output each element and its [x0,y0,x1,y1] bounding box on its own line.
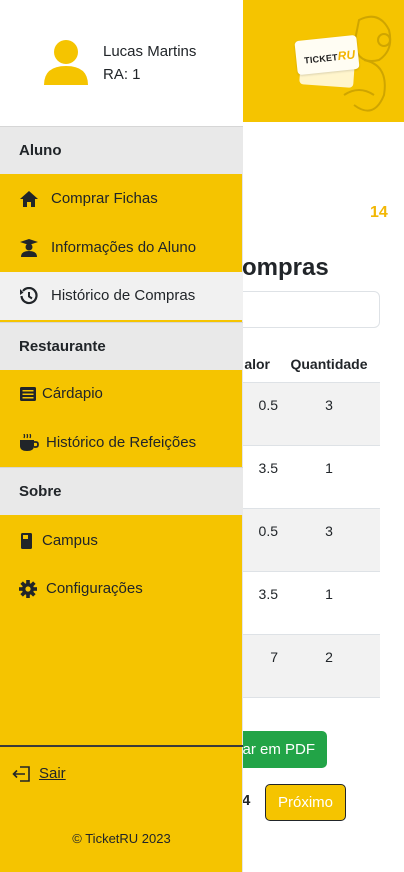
next-page-button[interactable]: Próximo [265,784,346,821]
gear-icon [19,580,37,598]
sidebar-item-label: Comprar Fichas [51,190,158,207]
cell-quantidade: 1 [325,460,333,476]
cell-quantidade: 3 [325,523,333,539]
cell-quantidade: 3 [325,397,333,413]
section-aluno: Aluno [0,126,243,174]
footer-copyright: © TicketRU 2023 [72,831,171,846]
sidebar-item-label: Cárdapio [42,385,103,402]
history-icon [20,287,38,305]
column-header-quantidade: Quantidade [278,345,380,383]
graduate-user-icon [20,239,38,257]
user-name: Lucas Martins [103,43,197,60]
sidebar-item-label: Informações do Aluno [51,239,197,256]
logout-label: Sair [39,765,66,782]
section-sobre: Sobre [0,467,243,515]
cell-quantidade: 1 [325,586,333,602]
app-page: TICKETRU 14 ompras alor Quantidade 0.5 3… [0,0,404,872]
sidebar-item-cardapio[interactable]: Cárdapio [0,370,243,418]
user-avatar-icon [44,40,88,85]
sidebar-item-label: Histórico de Refeições [46,434,197,451]
ticketru-logo: TICKETRU [294,34,360,94]
coffee-cup-icon [20,434,39,451]
sidebar-item-label: Histórico de Compras [51,287,196,304]
sidebar: Lucas Martins RA: 1 Aluno Comprar Fichas… [0,0,243,872]
page-title: ompras [242,254,329,281]
table-row: 7 2 [234,635,380,698]
sidebar-item-informacoes-aluno[interactable]: Informações do Aluno [0,224,243,272]
table-row: 3.5 1 [234,446,380,509]
ticket-count: 14 [370,204,388,221]
sidebar-item-historico-compras[interactable]: Histórico de Compras [0,272,243,320]
book-icon [21,533,32,549]
user-ra: RA: 1 [103,66,141,83]
page-number: 4 [242,792,251,809]
search-input[interactable] [236,291,380,328]
logout-icon [12,766,30,782]
sidebar-item-label: Campus [42,532,98,549]
home-icon [20,191,38,207]
menu-list-icon [20,387,36,401]
sidebar-item-historico-refeicoes[interactable]: Histórico de Refeições [0,419,243,467]
table-row: 3.5 1 [234,572,380,635]
user-profile: Lucas Martins RA: 1 [0,0,243,126]
cell-quantidade: 2 [325,649,333,665]
table-row: 0.5 3 [234,383,380,446]
table-row: 0.5 3 [234,509,380,572]
sidebar-item-configuracoes[interactable]: Configurações [0,565,243,613]
section-restaurante: Restaurante [0,322,243,370]
sidebar-item-campus[interactable]: Campus [0,517,243,565]
sidebar-item-comprar-fichas[interactable]: Comprar Fichas [0,175,243,223]
sidebar-divider [0,745,243,747]
sidebar-item-label: Configurações [46,580,143,597]
